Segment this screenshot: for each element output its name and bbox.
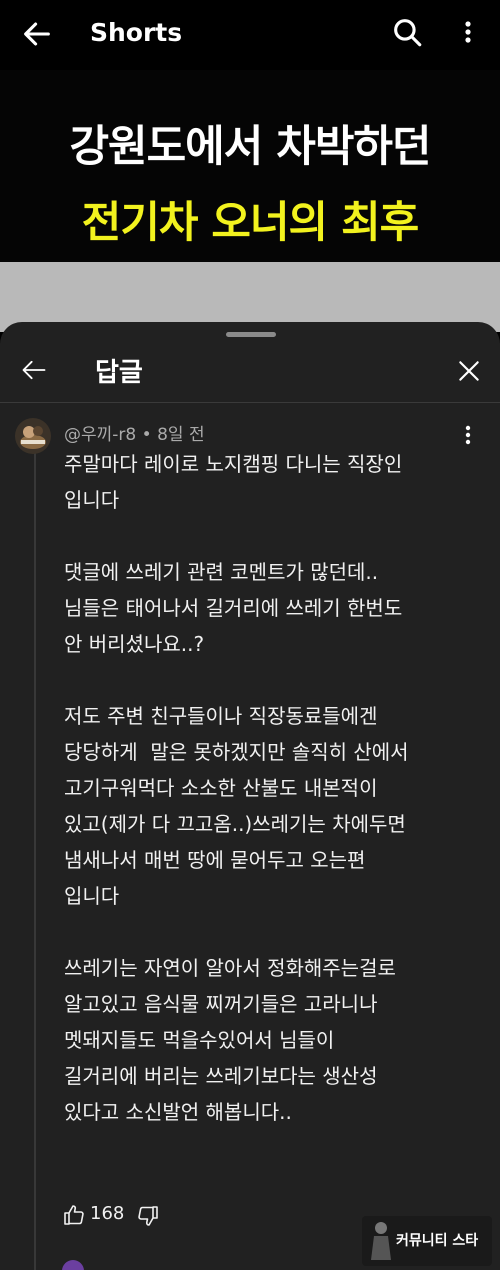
divider [0, 402, 500, 403]
like-count: 168 [90, 1203, 125, 1224]
sheet-header: 답글 [0, 344, 500, 402]
comment-meta: @우끼-r8 • 8일 전 [64, 420, 205, 445]
sheet-title: 답글 [95, 358, 143, 388]
thread-line [34, 452, 36, 1270]
soldier-figure-icon [371, 1222, 391, 1260]
comment-more-icon[interactable] [460, 422, 476, 448]
video-headline-line2: 전기차 오너의 최후 [81, 198, 419, 248]
avatar[interactable] [15, 418, 51, 454]
video-player[interactable]: 강원도에서 차박하던 전기차 오너의 최후 [0, 70, 500, 262]
search-icon[interactable] [390, 15, 424, 49]
thumbs-up-icon[interactable] [62, 1203, 86, 1227]
comment-author[interactable]: @우끼-r8 [64, 425, 136, 445]
drag-handle[interactable] [226, 332, 276, 337]
avatar-image-icon [20, 426, 46, 449]
back-arrow-icon[interactable] [20, 356, 48, 384]
watermark-text: 커뮤니티 스타 [396, 1233, 479, 1249]
video-headline-line1: 강원도에서 차박하던 [69, 122, 431, 172]
next-reply-avatar[interactable] [62, 1260, 84, 1270]
replies-sheet: 답글 @우끼-r8 • 8일 전 주말마다 레이로 노지캠핑 다니는 직장인 입… [0, 322, 500, 1270]
thumbs-down-icon[interactable] [136, 1204, 160, 1228]
page-title: Shorts [90, 18, 183, 47]
comment-actions: 168 [62, 1199, 262, 1233]
watermark-logo: 커뮤니티 스타 [362, 1216, 492, 1266]
more-vert-icon[interactable] [456, 15, 480, 49]
back-arrow-icon[interactable] [20, 17, 54, 51]
top-app-bar: Shorts [0, 0, 500, 70]
comment-body: 주말마다 레이로 노지캠핑 다니는 직장인 입니다 댓글에 쓰레기 관련 코멘트… [64, 452, 409, 1124]
close-icon[interactable] [456, 358, 482, 384]
comment-time: 8일 전 [157, 425, 205, 445]
meta-separator: • [141, 425, 158, 445]
